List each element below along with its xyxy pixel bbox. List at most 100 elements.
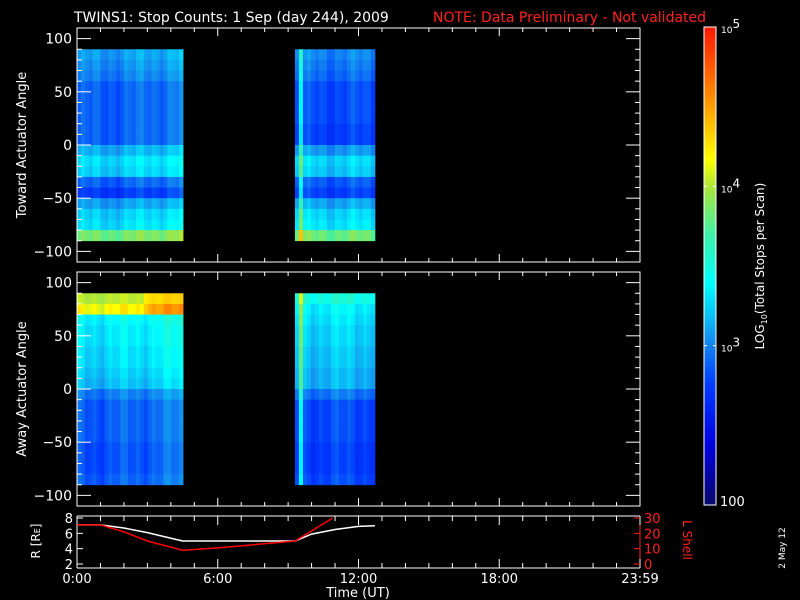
heatmap-cell <box>167 335 172 347</box>
heatmap-cell <box>147 357 153 369</box>
heatmap-cell <box>84 208 90 220</box>
heatmap-cell <box>322 410 328 422</box>
heatmap-cell <box>338 187 344 199</box>
time-tick-label: 18:00 <box>481 572 518 587</box>
heatmap-cell <box>124 442 129 454</box>
heatmap-cell <box>179 314 184 326</box>
heatmap-cell <box>298 293 304 305</box>
heatmap-cell <box>104 346 109 358</box>
heatmap-cell <box>318 431 324 443</box>
heatmap-cell <box>139 81 145 93</box>
heatmap-cell <box>346 314 352 326</box>
heatmap-cell <box>370 134 376 146</box>
heatmap-cell <box>306 59 312 71</box>
heatmap-cell <box>370 346 376 358</box>
heatmap-cell <box>334 187 340 199</box>
heatmap-cell <box>151 378 156 390</box>
heatmap-cell <box>314 303 320 315</box>
heatmap-cell <box>147 420 153 432</box>
heatmap-cell <box>128 399 133 411</box>
heatmap-cell <box>135 463 141 475</box>
heatmap-cell <box>179 81 184 93</box>
heatmap-cell <box>143 91 149 103</box>
heatmap-cell <box>338 176 344 188</box>
heatmap-cell <box>88 134 94 146</box>
heatmap-cell <box>104 230 109 242</box>
heatmap-cell <box>354 293 360 305</box>
heatmap-cell <box>116 208 121 220</box>
heatmap-cell <box>84 463 90 475</box>
heatmap-cell <box>108 208 113 220</box>
heatmap-cell <box>362 81 368 93</box>
heatmap-cell <box>88 208 94 220</box>
heatmap-cell <box>366 420 372 432</box>
heatmap-cell <box>131 335 137 347</box>
colorbar-cell <box>704 238 716 243</box>
heatmap-cell <box>143 187 149 199</box>
colorbar-cell <box>704 154 716 159</box>
heatmap-cell <box>135 389 141 401</box>
colorbar-cell <box>704 353 716 359</box>
preliminary-note: NOTE: Data Preliminary - Not validated <box>433 10 706 26</box>
heatmap-cell <box>77 49 82 61</box>
heatmap-cell <box>354 335 360 347</box>
heatmap-cell <box>151 134 156 146</box>
heatmap-cell <box>358 49 364 61</box>
heatmap-cell <box>128 134 133 146</box>
heatmap-cell <box>131 410 137 422</box>
heatmap-cell <box>80 155 86 167</box>
heatmap-cell <box>135 134 141 146</box>
heatmap-cell <box>306 70 312 82</box>
heatmap-cell <box>112 70 117 82</box>
heatmap-cell <box>163 335 168 347</box>
heatmap-cell <box>112 91 117 103</box>
heatmap-cell <box>120 198 125 210</box>
heatmap-cell <box>171 176 176 188</box>
heatmap-cell <box>318 81 324 93</box>
heatmap-cell <box>128 113 133 125</box>
heatmap-cell <box>306 187 312 199</box>
heatmap-cell <box>322 102 328 114</box>
heatmap-cell <box>163 431 168 443</box>
heatmap-cell <box>322 208 328 220</box>
heatmap-cell <box>342 134 348 146</box>
heatmap-cell <box>131 145 137 157</box>
heatmap-cell <box>322 293 328 305</box>
heatmap-cell <box>294 166 300 178</box>
heatmap-cell <box>302 230 308 242</box>
heatmap-cell <box>124 230 129 242</box>
heatmap-cell <box>334 155 340 167</box>
heatmap-cell <box>338 70 344 82</box>
heatmap-cell <box>124 166 129 178</box>
heatmap-cell <box>298 145 304 157</box>
heatmap-cell <box>314 357 320 369</box>
heatmap-cell <box>159 303 164 315</box>
colorbar-cell <box>704 226 716 231</box>
colorbar-cell <box>704 489 716 494</box>
heatmap-cell <box>139 102 145 114</box>
heatmap-cell <box>302 431 308 443</box>
heatmap-cell <box>92 325 98 337</box>
heatmap-cell <box>326 420 332 432</box>
heatmap-cell <box>175 81 180 93</box>
heatmap-cell <box>108 176 113 188</box>
heatmap-cell <box>131 378 137 390</box>
colorbar-cell <box>704 62 716 68</box>
heatmap-cell <box>116 91 121 103</box>
heatmap-cell <box>100 49 105 61</box>
heatmap-cell <box>143 357 149 369</box>
colorbar-tick-label: 105 <box>721 17 740 36</box>
heatmap-cell <box>342 346 348 358</box>
heatmap-cell <box>175 367 180 379</box>
heatmap-cell <box>318 219 324 231</box>
heatmap-cell <box>112 198 117 210</box>
heatmap-cell <box>318 102 324 114</box>
heatmap-cell <box>294 219 300 231</box>
heatmap-cell <box>163 399 168 411</box>
heatmap-cell <box>77 70 82 82</box>
heatmap-cell <box>151 293 156 305</box>
heatmap-cell <box>330 389 336 401</box>
heatmap-cell <box>346 399 352 411</box>
heatmap-cell <box>362 134 368 146</box>
heatmap-cell <box>358 463 364 475</box>
